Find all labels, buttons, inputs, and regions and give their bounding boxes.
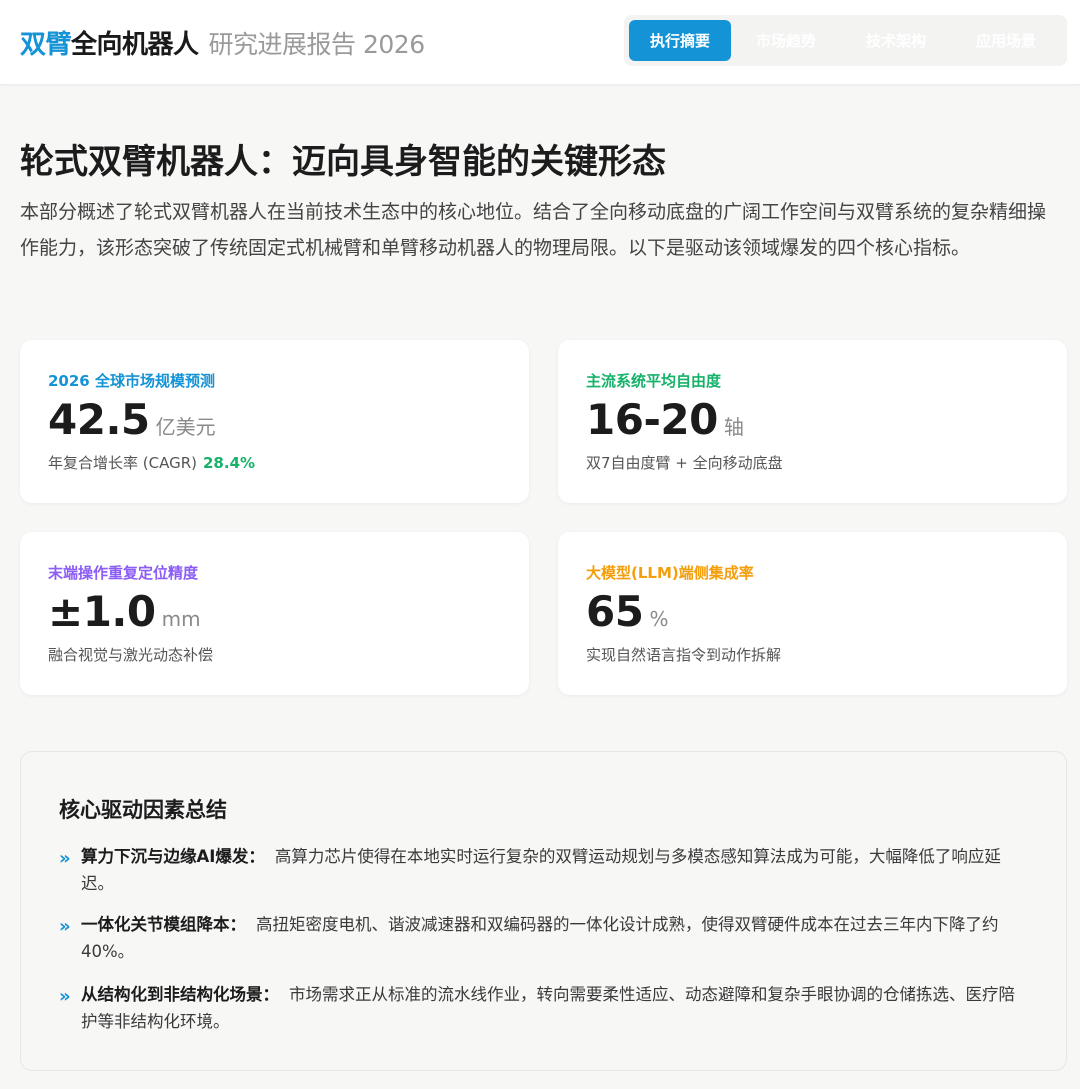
metric-note: 年复合增长率 (CAGR) 28.4% [48,452,501,473]
tab-use-cases[interactable]: 应用场景 [951,20,1061,61]
metric-card-llm-integration: 大模型(LLM)端侧集成率 65 % 实现自然语言指令到动作拆解 [558,532,1067,695]
tab-executive-summary[interactable]: 执行摘要 [629,20,731,61]
metric-value: 65 [586,587,644,636]
metric-value: 16-20 [586,395,718,444]
metric-card-precision: 末端操作重复定位精度 ±1.0 mm 融合视觉与激光动态补偿 [20,532,529,695]
tab-tech-architecture[interactable]: 技术架构 [841,20,951,61]
metric-note: 双7自由度臂 + 全向移动底盘 [586,454,783,472]
metric-card-dof: 主流系统平均自由度 16-20 轴 双7自由度臂 + 全向移动底盘 [558,340,1067,503]
bullet-heading: 算力下沉与边缘AI爆发： [81,847,265,866]
list-item: » 一体化关节模组降本： 高扭矩密度电机、谐波减速器和双编码器的一体化设计成熟，使… [59,911,1029,965]
double-chevron-icon: » [59,848,71,869]
metric-unit: % [649,607,669,631]
list-item: » 算力下沉与边缘AI爆发： 高算力芯片使得在本地实时运行复杂的双臂运动规划与多模… [59,843,1029,897]
summary-title: 核心驱动因素总结 [59,798,227,822]
logo-main: 全向机器人 [71,30,199,60]
double-chevron-icon: » [59,986,71,1007]
app-logo[interactable]: 双臂全向机器人 研究进展报告 2026 [20,24,425,61]
metric-label: 大模型(LLM)端侧集成率 [586,564,754,582]
metric-note: 融合视觉与激光动态补偿 [48,646,214,664]
metric-highlight: 28.4% [203,454,256,472]
metric-value: ±1.0 [48,587,156,636]
metric-label: 2026 全球市场规模预测 [48,372,215,390]
summary-panel: 核心驱动因素总结 » 算力下沉与边缘AI爆发： 高算力芯片使得在本地实时运行复杂的… [20,751,1067,1071]
metric-unit: 轴 [723,415,744,439]
top-header: 双臂全向机器人 研究进展报告 2026 执行摘要 市场趋势 技术架构 应用场景 [0,0,1080,85]
metric-note-text: 年复合增长率 (CAGR) [48,454,197,472]
metric-card-market-size: 2026 全球市场规模预测 42.5 亿美元 年复合增长率 (CAGR) 28.4… [20,340,529,503]
nav-tabs: 执行摘要 市场趋势 技术架构 应用场景 [624,15,1067,66]
logo-subtitle: 研究进展报告 2026 [208,30,426,59]
metric-label: 末端操作重复定位精度 [48,564,199,582]
logo-accent: 双臂 [20,30,72,60]
bullet-heading: 一体化关节模组降本： [81,915,246,934]
metric-label: 主流系统平均自由度 [586,372,722,390]
metric-unit: mm [161,607,201,631]
metric-note: 实现自然语言指令到动作拆解 [586,646,782,664]
page-title: 轮式双臂机器人：迈向具身智能的关键形态 [20,142,666,182]
metric-unit: 亿美元 [155,415,216,439]
intro-paragraph: 本部分概述了轮式双臂机器人在当前技术生态中的核心地位。结合了全向移动底盘的广阔工… [20,201,1047,259]
metric-value: 42.5 [48,395,150,444]
bullet-heading: 从结构化到非结构化场景： [81,985,279,1004]
list-item: » 从结构化到非结构化场景： 市场需求正从标准的流水线作业，转向需要柔性适应、动态… [59,981,1029,1035]
double-chevron-icon: » [59,916,71,937]
tab-market-trends[interactable]: 市场趋势 [731,20,841,61]
